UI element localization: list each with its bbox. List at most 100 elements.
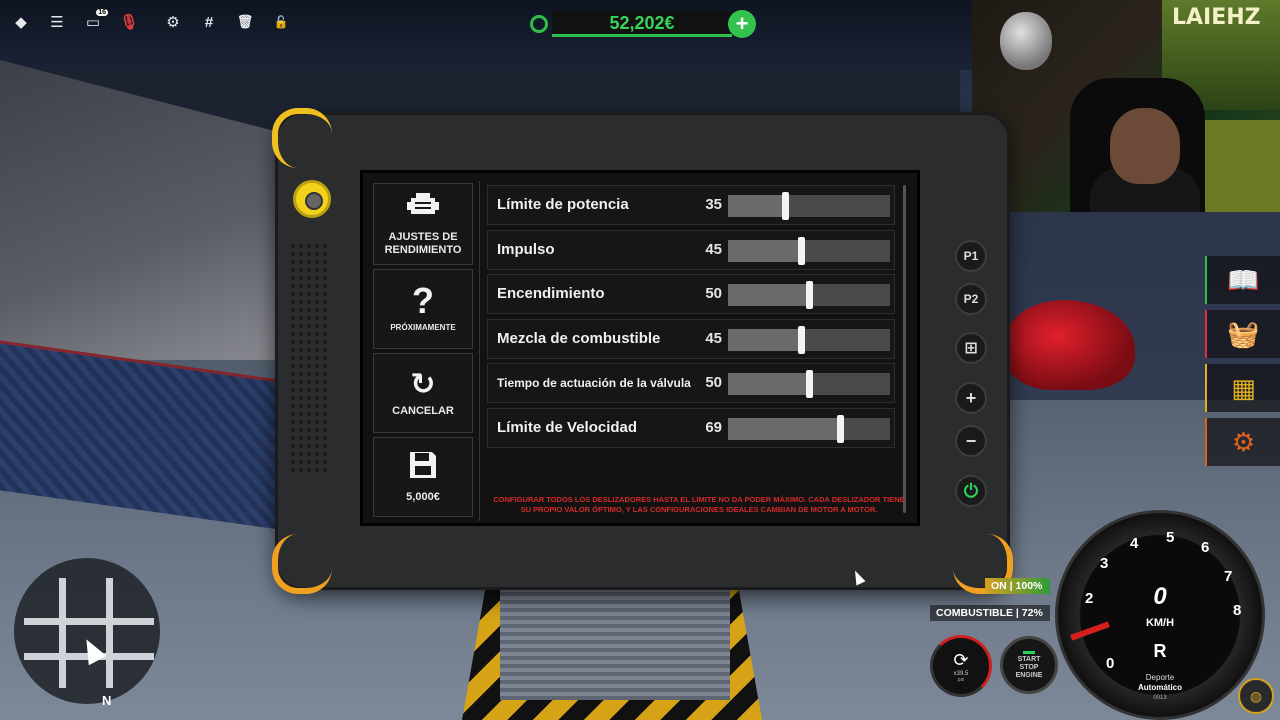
book-icon: 📖 (1227, 264, 1260, 295)
slider-fill (728, 284, 809, 307)
tablet-bumper (272, 534, 332, 594)
money-display: 52,202€ + (530, 9, 756, 39)
slider-track[interactable] (728, 192, 890, 220)
engine-light (1023, 650, 1035, 654)
tablet-screen: AJUSTES DE RENDIMIENTO ? PRÓXIMAMENTE ↻ … (360, 170, 920, 526)
turbo-unit: psi (957, 676, 965, 683)
shop-button[interactable]: 🧺 (1205, 310, 1280, 358)
slider-handle[interactable] (806, 370, 813, 399)
windows-icon[interactable]: ⊞ (955, 332, 987, 364)
warehouse-button[interactable]: ▦ (1205, 364, 1280, 412)
helmet (1000, 12, 1052, 70)
speed-unit: KM/H (1145, 617, 1175, 629)
divider (479, 181, 480, 521)
preset-p1-button[interactable]: P1 (955, 240, 987, 272)
gear-indicator: R (1153, 641, 1167, 661)
minus-icon[interactable]: − (955, 425, 987, 457)
power-icon[interactable]: ⏻ (955, 475, 987, 507)
slider-track[interactable] (728, 414, 890, 443)
basket-icon: 🧺 (1227, 318, 1260, 349)
top-bar: ◆ ☰ ▭ 16 🎙 ⚙ # 🗑 🔓 (10, 8, 292, 36)
streamer-head (1110, 108, 1180, 184)
warning-text: CONFIGURAR TODOS LOS DESLIZADORES HASTA … (493, 495, 905, 514)
slider-fill (728, 195, 785, 217)
drive-mode-line: Deporte (1145, 673, 1175, 682)
slider-row-ignition: Encendimiento 50 (487, 274, 895, 315)
odometer: 0013 (1153, 695, 1167, 701)
warehouse-icon: ▦ (1231, 372, 1256, 403)
catalog-button[interactable]: 📖 (1205, 256, 1280, 304)
speaker-grill (289, 242, 327, 472)
nitro-icon[interactable]: ◍ (1238, 678, 1274, 714)
plus-icon[interactable]: + (955, 382, 987, 414)
gauge-number: 5 (1166, 529, 1175, 546)
money-amount: 52,202€ (552, 11, 732, 37)
slider-handle[interactable] (837, 414, 844, 443)
slider-fill (728, 417, 840, 440)
slider-label: Tiempo de actuación de la válvula (497, 376, 691, 391)
drive-mode-line: Automático (1138, 683, 1182, 692)
coming-soon-button[interactable]: ? PRÓXIMAMENTE (373, 269, 473, 349)
minimap[interactable] (14, 558, 160, 704)
slider-track[interactable] (728, 325, 890, 354)
slider-handle[interactable] (798, 325, 805, 354)
save-icon (408, 450, 438, 487)
coin-icon (530, 15, 548, 33)
start-stop-button[interactable]: START STOP ENGINE (1000, 636, 1058, 694)
fuel-bar: COMBUSTIBLE | 72% (930, 605, 1050, 621)
slider-value: 35 (705, 196, 722, 213)
north-indicator: N (102, 693, 112, 708)
save-button[interactable]: 5,000€ (373, 437, 473, 517)
engine-icon (405, 192, 441, 227)
performance-settings-button[interactable]: AJUSTES DE RENDIMIENTO (373, 183, 473, 265)
cancel-button[interactable]: ↻ CANCELAR (373, 353, 473, 433)
slider-label: Mezcla de combustible (497, 329, 661, 347)
slider-value: 50 (705, 374, 722, 392)
chat-icon[interactable]: ▭ 16 (82, 9, 108, 33)
side-button-label: CANCELAR (392, 404, 454, 417)
roblox-logo-icon[interactable]: ◆ (10, 11, 32, 33)
trash-icon[interactable]: 🗑 (234, 11, 256, 33)
hash-icon[interactable]: # (198, 11, 220, 33)
slider-label: Impulso (497, 240, 555, 258)
question-icon: ? (412, 279, 434, 321)
scrollbar[interactable] (903, 185, 906, 513)
slider-track[interactable] (728, 281, 890, 310)
microphone-icon[interactable]: 🎙 (118, 11, 140, 33)
slider-track[interactable] (728, 370, 890, 399)
slider-track[interactable] (728, 236, 890, 265)
undo-icon: ↻ (410, 367, 436, 401)
slider-fill (728, 373, 809, 396)
turbo-icon: ⟳ (953, 649, 969, 670)
tuning-tablet: AJUSTES DE RENDIMIENTO ? PRÓXIMAMENTE ↻ … (272, 108, 1013, 594)
slider-handle[interactable] (806, 281, 813, 310)
save-price: 5,000€ (406, 491, 440, 503)
gear-crown-icon: ⚙ (1231, 426, 1256, 457)
slider-label: Límite de Velocidad (497, 418, 638, 436)
upgrades-button[interactable]: ⚙ (1205, 418, 1280, 466)
slider-handle[interactable] (782, 192, 789, 220)
player-arrow-icon (77, 634, 107, 666)
start-stop-label: START STOP ENGINE (1015, 655, 1043, 679)
lift-platform (500, 590, 730, 700)
tablet-camera-icon (293, 180, 331, 218)
gauge-number: 3 (1100, 555, 1109, 572)
slider-row-speed-limit: Límite de Velocidad 69 (487, 407, 895, 448)
preset-p2-button[interactable]: P2 (955, 283, 987, 315)
gauge-number: 6 (1201, 539, 1210, 556)
speed-value: 0 (1153, 583, 1167, 610)
turbo-gauge: ⟳ x39.5 psi (930, 635, 992, 697)
poster-text: LAIEHZ (1172, 5, 1261, 30)
webcam-overlay: LAIEHZ (972, 0, 1280, 212)
slider-fill (728, 239, 801, 262)
slider-handle[interactable] (798, 236, 805, 265)
add-money-button[interactable]: + (728, 10, 756, 38)
menu-icon[interactable]: ☰ (46, 11, 68, 33)
drive-mode: Deporte Automático 0013 (1058, 673, 1262, 703)
gear-icon[interactable]: ⚙ (162, 11, 184, 33)
side-menu: AJUSTES DE RENDIMIENTO ? PRÓXIMAMENTE ↻ … (373, 183, 473, 521)
health-bar: ON | 100% (985, 578, 1050, 594)
slider-label: Límite de potencia (497, 196, 629, 213)
tablet-bumper (272, 108, 332, 168)
lock-icon[interactable]: 🔓 (270, 11, 292, 33)
